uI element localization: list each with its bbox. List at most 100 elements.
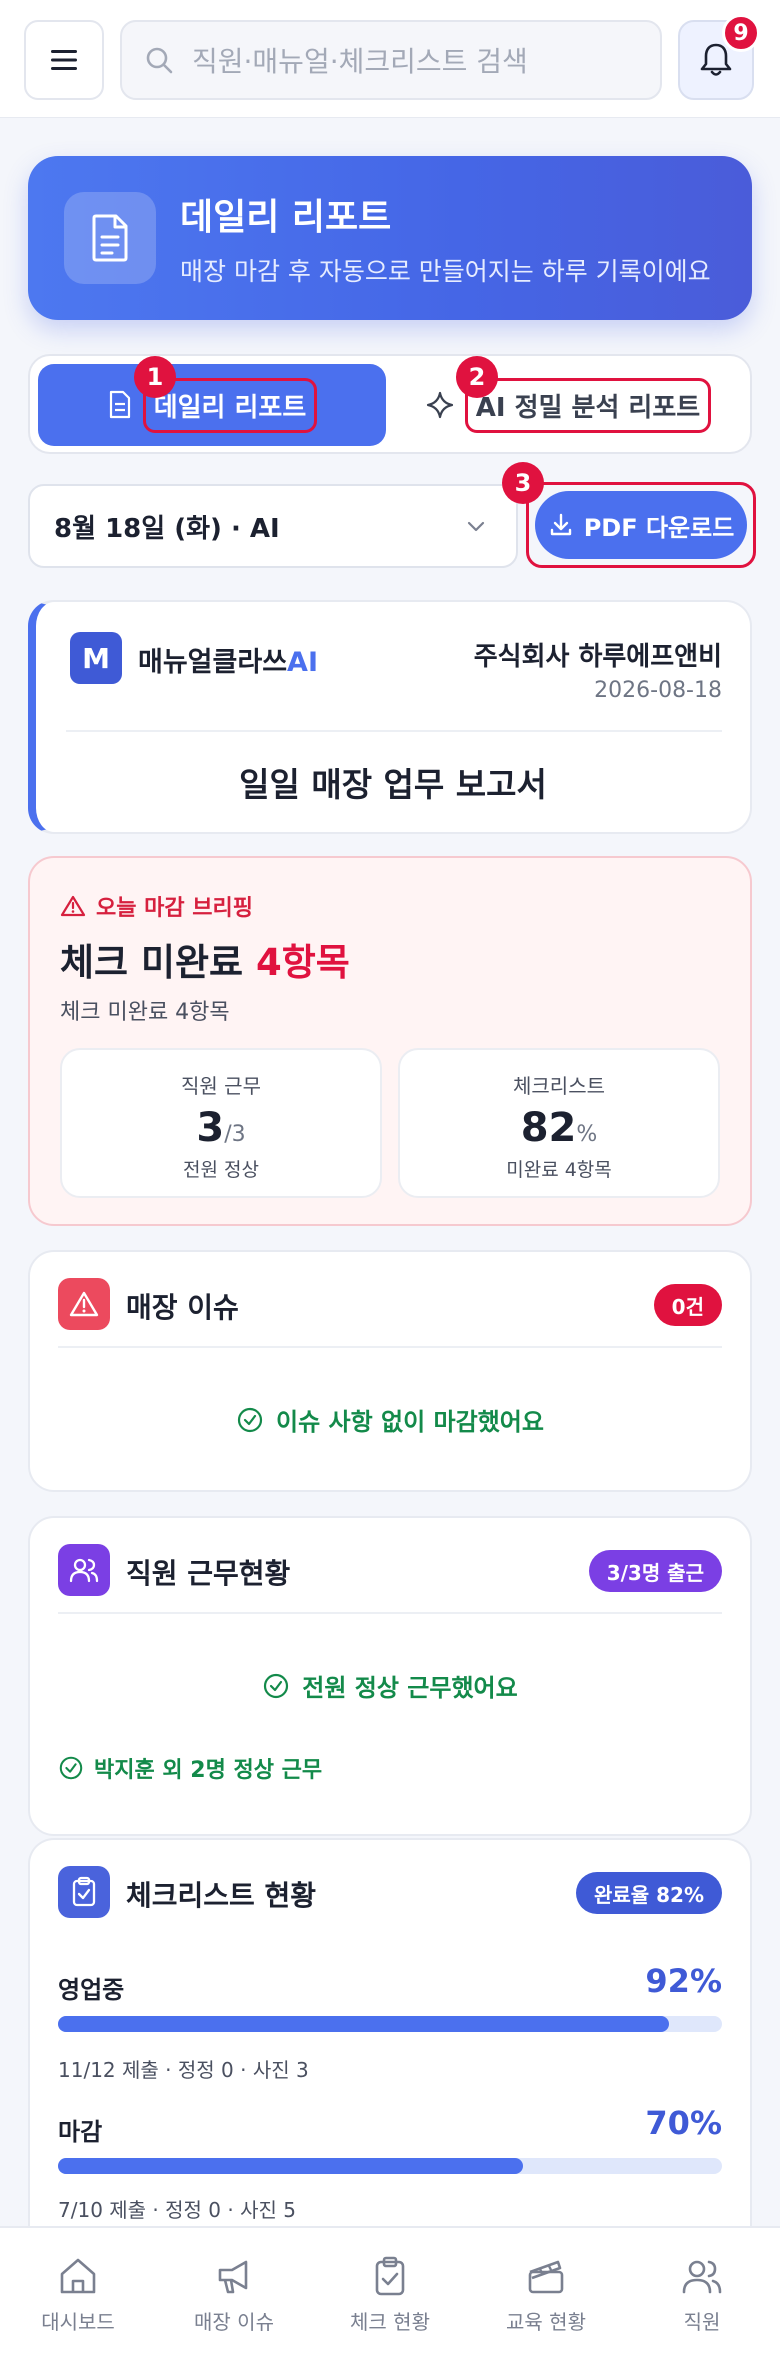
search-input[interactable]: 직원·매뉴얼·체크리스트 검색	[120, 20, 662, 100]
report-date: 2026-08-18	[594, 678, 722, 703]
nav-item-check-status[interactable]: 체크 현황	[312, 2228, 468, 2360]
nav-label: 체크 현황	[350, 2310, 430, 2334]
report-header-card: M 매뉴얼클라쓰AI 주식회사 하루에프앤비 2026-08-18 일일 매장 …	[28, 600, 752, 834]
briefing-title-prefix: 체크 미완료	[60, 941, 256, 984]
clipboard-check-icon	[375, 2256, 405, 2296]
nav-label: 교육 현황	[506, 2310, 586, 2334]
tab-ai-analysis-label: AI 정밀 분석 리포트	[464, 377, 712, 433]
checklist-row-percent: 70%	[645, 2104, 722, 2142]
warning-icon-tile	[58, 1278, 110, 1330]
staff-attendance-card: 직원 근무현황 3/3명 출근 전원 정상 근무했어요 박지훈 외 2명 정상 …	[28, 1516, 752, 1836]
nav-item-staff[interactable]: 직원	[624, 2228, 780, 2360]
progress-bar	[58, 2158, 722, 2174]
menu-button[interactable]	[24, 20, 104, 100]
search-placeholder: 직원·매뉴얼·체크리스트 검색	[192, 45, 528, 78]
issue-count-badge: 0건	[653, 1284, 722, 1326]
notification-button[interactable]: 9	[678, 14, 760, 100]
pdf-download-button[interactable]: PDF 다운로드	[535, 491, 747, 559]
warning-icon	[60, 895, 86, 917]
issue-status-message: 이슈 사항 없이 마감했어요	[30, 1402, 750, 1437]
briefing-subtitle: 체크 미완료 4항목	[60, 1000, 230, 1025]
stat-value-number: 82	[520, 1105, 577, 1151]
divider	[58, 1612, 722, 1614]
completion-rate-badge: 완료율 82%	[575, 1872, 722, 1914]
hero-banner: 데일리 리포트 매장 마감 후 자동으로 만들어지는 하루 기록이에요	[28, 156, 752, 320]
brand-logo: M	[70, 632, 122, 684]
checklist-row-name: 마감	[58, 2118, 103, 2146]
document-icon-tile	[64, 192, 156, 284]
hero-title: 데일리 리포트	[180, 197, 392, 238]
stat-label: 직원 근무	[181, 1074, 261, 1098]
pdf-download-highlight: PDF 다운로드	[526, 482, 756, 568]
divider	[66, 730, 722, 732]
check-circle-icon	[264, 1673, 289, 1698]
progress-bar-fill	[58, 2016, 669, 2032]
download-icon	[550, 513, 571, 536]
nav-label: 대시보드	[41, 2310, 115, 2334]
stat-label: 체크리스트	[513, 1074, 605, 1098]
users-icon-tile	[58, 1544, 110, 1596]
section-title: 체크리스트 현황	[126, 1879, 317, 1912]
callout-marker-2: 2	[456, 356, 498, 398]
staff-status-text: 전원 정상 근무했어요	[302, 1674, 518, 1702]
checklist-row-name: 영업중	[58, 1976, 125, 2004]
nav-label: 매장 이슈	[194, 2310, 274, 2334]
users-icon	[69, 1558, 99, 1583]
check-circle-icon	[59, 1756, 83, 1780]
stat-value-unit: /3	[224, 1122, 246, 1147]
briefing-title: 체크 미완료 4항목	[60, 932, 350, 986]
nav-item-store-issues[interactable]: 매장 이슈	[156, 2228, 312, 2360]
top-bar: 직원·매뉴얼·체크리스트 검색 9	[0, 0, 780, 118]
chevron-down-icon	[467, 521, 485, 532]
company-name: 주식회사 하루에프앤비	[473, 642, 722, 672]
progress-bar	[58, 2016, 722, 2032]
issue-status-text: 이슈 사항 없이 마감했어요	[276, 1408, 544, 1436]
warning-icon	[69, 1291, 99, 1317]
sparkle-icon	[426, 391, 453, 419]
home-icon	[60, 2258, 96, 2294]
clipboard-icon-tile	[58, 1866, 110, 1918]
clipboard-check-icon	[72, 1876, 96, 1907]
divider	[58, 1346, 722, 1348]
checklist-row-meta: 11/12 제출 · 정정 0 · 사진 3	[58, 2058, 309, 2082]
attendance-badge: 3/3명 출근	[588, 1550, 722, 1592]
brand-name-text: 매뉴얼클라쓰	[138, 647, 288, 678]
stat-value-unit: %	[576, 1122, 598, 1147]
briefing-label: 오늘 마감 브리핑	[60, 890, 253, 922]
bottom-nav: 대시보드 매장 이슈 체크 현황 교육 현황 직원	[0, 2226, 780, 2360]
date-select[interactable]: 8월 18일 (화) · AI	[28, 484, 518, 568]
staff-status-message: 전원 정상 근무했어요	[30, 1668, 750, 1703]
stat-value-number: 3	[196, 1105, 225, 1151]
hero-subtitle: 매장 마감 후 자동으로 만들어지는 하루 기록이에요	[180, 257, 711, 286]
stat-checklist-rate: 체크리스트 82% 미완료 4항목	[398, 1048, 720, 1198]
callout-marker-1: 1	[134, 356, 176, 398]
stat-note: 미완료 4항목	[506, 1159, 612, 1181]
megaphone-icon	[218, 2260, 248, 2294]
brand-name: 매뉴얼클라쓰AI	[138, 640, 318, 679]
pdf-download-label: PDF 다운로드	[583, 513, 735, 542]
report-title: 일일 매장 업무 보고서	[239, 765, 547, 804]
briefing-title-highlight: 4항목	[255, 941, 350, 984]
brand-name-ai: AI	[287, 647, 318, 678]
notification-count-badge: 9	[722, 14, 760, 52]
callout-marker-3: 3	[502, 462, 544, 504]
clapperboard-icon	[528, 2260, 564, 2294]
staff-note-text: 박지훈 외 2명 정상 근무	[94, 1758, 323, 1783]
date-select-value: 8월 18일 (화) · AI	[54, 513, 280, 544]
closing-briefing-card: 오늘 마감 브리핑 체크 미완료 4항목 체크 미완료 4항목 직원 근무 3/…	[28, 856, 752, 1226]
document-icon	[109, 390, 130, 419]
store-issues-card: 매장 이슈 0건 이슈 사항 없이 마감했어요	[28, 1250, 752, 1492]
document-icon	[92, 214, 128, 262]
tab-ai-analysis-report[interactable]: AI 정밀 분석 리포트	[394, 364, 742, 446]
checklist-status-card: 체크리스트 현황 완료율 82% 영업중 92% 11/12 제출 · 정정 0…	[28, 1838, 752, 2238]
search-icon	[146, 47, 173, 74]
nav-item-training-status[interactable]: 교육 현황	[468, 2228, 624, 2360]
checklist-row-meta: 7/10 제출 · 정정 0 · 사진 5	[58, 2198, 296, 2222]
staff-note: 박지훈 외 2명 정상 근무	[58, 1752, 322, 1784]
section-title: 매장 이슈	[126, 1291, 239, 1324]
nav-item-dashboard[interactable]: 대시보드	[0, 2228, 156, 2360]
stat-staff-attendance: 직원 근무 3/3 전원 정상	[60, 1048, 382, 1198]
tab-daily-report[interactable]: 데일리 리포트	[38, 364, 386, 446]
check-circle-icon	[237, 1407, 263, 1432]
section-title: 직원 근무현황	[126, 1557, 291, 1590]
